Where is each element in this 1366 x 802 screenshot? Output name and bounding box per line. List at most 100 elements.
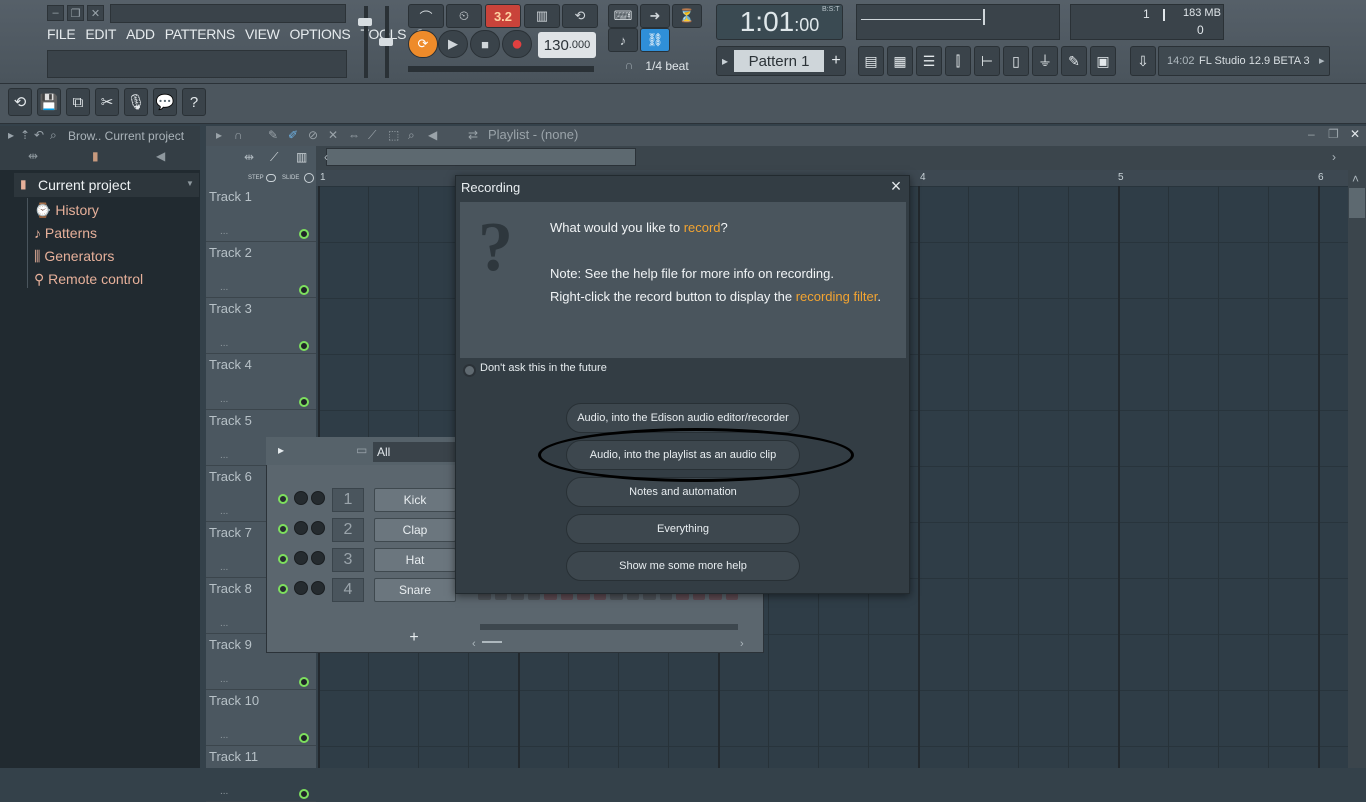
menu-file[interactable]: FILE [47,26,76,46]
add-pattern-button[interactable]: + [828,50,844,72]
channel-enable-led[interactable] [278,554,288,564]
browser-root-item[interactable]: ▮ Current project ▼ [14,173,199,197]
file-icon[interactable]: ▯ [1003,46,1029,76]
track-options[interactable]: ... [220,674,228,685]
help-icon[interactable]: ? [182,88,206,116]
draw-tool-icon[interactable]: ✎ [268,128,278,142]
loop-record-icon[interactable]: ⟲ [562,4,598,28]
main-pitch-slider[interactable] [408,66,594,72]
microphone-icon[interactable]: 🎙 [124,88,148,116]
channel-volume-knob[interactable] [311,581,325,595]
slide-toggle[interactable] [304,173,314,183]
browser-item-history[interactable]: ⌚ History [34,202,99,219]
plugin-icon[interactable]: ⏚ [1032,46,1058,76]
channel-mixer-track[interactable]: 1 [332,488,364,512]
track-enable-led[interactable] [299,285,309,295]
browser-tree-icon[interactable]: ⊢ [974,46,1000,76]
vertical-scrollbar[interactable]: ˄ [1348,170,1366,768]
channel-enable-led[interactable] [278,584,288,594]
news-panel[interactable]: 14:02 FL Studio 12.9 BETA 3 ▸ [1158,46,1330,76]
channel-scroll-right-icon[interactable]: › [740,638,744,650]
track-enable-led[interactable] [299,229,309,239]
track-options[interactable]: ... [220,338,228,349]
track-enable-led[interactable] [299,789,309,799]
master-pitch-handle[interactable] [379,38,393,46]
track-enable-led[interactable] [299,397,309,407]
horizontal-scrollbar[interactable] [326,148,636,166]
channel-name-button[interactable]: Hat [374,548,456,572]
track-options[interactable]: ... [220,562,228,573]
playlist-minimize-icon[interactable]: – [1308,127,1315,141]
master-volume-handle[interactable] [358,18,372,26]
scroll-thumb[interactable] [1349,188,1365,218]
track-enable-led[interactable] [299,733,309,743]
tempo-display[interactable]: 130.000 [538,32,596,58]
playlist-menu-icon[interactable]: ▸ [216,128,222,142]
menu-edit[interactable]: EDIT [85,26,116,46]
channel-rack-folder-icon[interactable]: ▭ [356,443,367,457]
snap-selector[interactable]: 1/4 beat [640,56,694,76]
browser-speaker-icon[interactable]: ◀ [156,149,165,163]
playlist-maximize-icon[interactable]: ❐ [1328,127,1339,141]
wait-input-icon[interactable]: ⏲ [446,4,482,28]
piano-key-icon[interactable]: ▥ [296,150,307,164]
channel-rack-scrollbar[interactable] [480,624,738,630]
select-tool-icon[interactable]: ⬚ [388,128,399,142]
slice-tool-icon[interactable]: ⟋ [368,128,376,143]
browser-item-patterns[interactable]: ♪ Patterns [34,225,97,241]
browser-file-icon[interactable]: ▮ [92,149,99,163]
mixer-window-icon[interactable]: ⫿ [945,46,971,76]
track-options[interactable]: ... [220,282,228,293]
menu-patterns[interactable]: PATTERNS [165,26,236,46]
cut-icon[interactable]: ✂ [95,88,119,116]
track-enable-led[interactable] [299,341,309,351]
track-options[interactable]: ... [220,450,228,461]
channel-name-button[interactable]: Kick [374,488,456,512]
pattern-prev-icon[interactable]: ▸ [718,50,732,72]
channel-filter-select[interactable]: All [373,442,455,462]
metronome-icon[interactable]: ⌒ [408,4,444,28]
browser-item-remote-control[interactable]: ⚲ Remote control [34,271,143,288]
chat-icon[interactable]: 💬 [153,88,177,116]
step-toggle[interactable] [266,174,276,182]
magnet-icon[interactable]: ∩ [622,58,636,72]
menu-options[interactable]: OPTIONS [290,26,351,46]
curve-icon[interactable]: ⟋ [270,150,278,165]
channel-pan-knob[interactable] [294,521,308,535]
scroll-up-icon[interactable]: ˄ [1352,172,1359,186]
browser-search-icon[interactable]: ⌕ [50,128,57,143]
browser-back-icon[interactable]: ↶ [34,128,44,142]
chain-link-icon[interactable]: ⛓ [640,28,670,52]
channel-name-button[interactable]: Snare [374,578,456,602]
browser-collapse-icon[interactable]: ⇹ [28,149,38,163]
countdown-icon[interactable]: ⏳ [672,4,702,28]
layout-icon[interactable]: ▣ [1090,46,1116,76]
menu-add[interactable]: ADD [126,26,155,46]
close-icon[interactable]: ✕ [87,5,104,21]
browser-item-generators[interactable]: ⫼ Generators [34,248,114,265]
playlist-window-icon[interactable]: ▤ [858,46,884,76]
track-header[interactable]: Track 3... [206,298,316,354]
scroll-left-icon[interactable]: ‹ [324,150,328,164]
browser-up-icon[interactable]: ⇡ [20,128,30,142]
delete-tool-icon[interactable]: ⊘ [308,128,318,142]
playback-tool-icon[interactable]: ◀ [428,128,437,142]
channel-volume-knob[interactable] [311,521,325,535]
add-channel-button[interactable]: + [404,628,424,648]
arrow-right-icon[interactable]: ➜ [640,4,670,28]
typing-keyboard-icon[interactable]: ⌨ [608,4,638,28]
channel-scroll-thumb[interactable] [482,641,502,643]
pen-icon[interactable]: ✎ [1061,46,1087,76]
channel-enable-led[interactable] [278,524,288,534]
channel-rack-menu-icon[interactable]: ▸ [278,443,284,457]
news-next-icon[interactable]: ▸ [1319,54,1325,67]
pattern-number-display[interactable]: 3.2 [485,4,521,28]
mute-tool-icon[interactable]: ✕ [328,128,338,142]
track-options[interactable]: ... [220,730,228,741]
channel-mixer-track[interactable]: 3 [332,548,364,572]
piano-roll-window-icon[interactable]: ▦ [887,46,913,76]
track-options[interactable]: ... [220,786,228,797]
show-more-help-button[interactable]: Show me some more help [566,551,800,581]
playlist-close-icon[interactable]: ✕ [1350,127,1360,141]
dialog-close-icon[interactable]: × [888,176,904,196]
